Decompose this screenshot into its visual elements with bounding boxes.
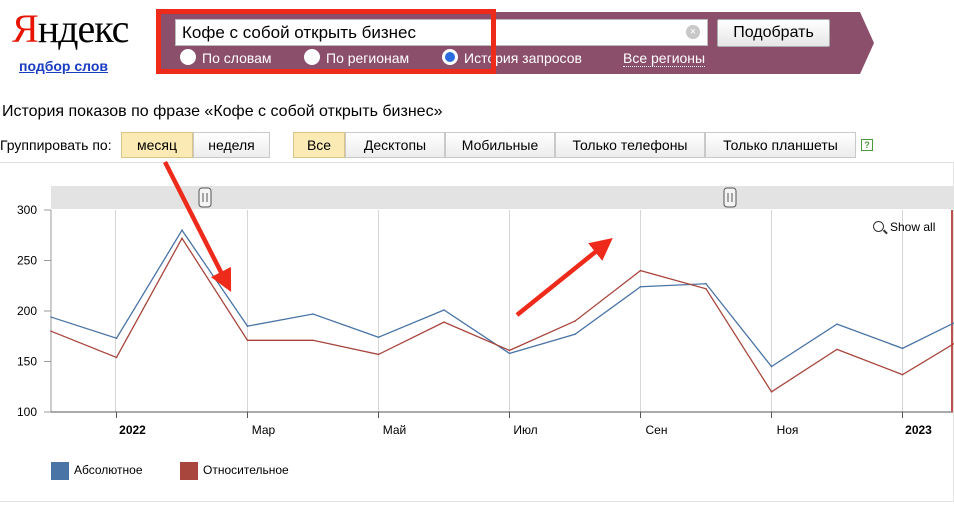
data-point [901, 347, 904, 350]
legend-item-absolute[interactable]: Абсолютное [51, 462, 143, 480]
data-point [246, 339, 249, 342]
data-point [50, 316, 52, 318]
y-tick-label: 200 [17, 304, 37, 318]
data-point [574, 320, 576, 322]
navigator-handle [723, 187, 737, 208]
data-point [574, 333, 576, 336]
x-tick-label: Мар [252, 423, 276, 437]
data-point [639, 269, 642, 272]
data-point [836, 348, 838, 351]
data-point [770, 365, 773, 368]
data-point [246, 325, 249, 327]
series-line-relative [50, 237, 954, 393]
series-line-absolute [50, 228, 954, 368]
legend-swatch-relative [180, 462, 198, 480]
data-point [443, 309, 445, 311]
y-tick-label: 100 [17, 405, 37, 419]
data-point [836, 323, 838, 325]
legend-label: Относительное [203, 463, 289, 478]
legend-label: Абсолютное [74, 463, 143, 478]
data-point [705, 287, 707, 290]
page: Яндекс подбор слов × Подобрать По словам… [0, 0, 954, 530]
legend-item-relative[interactable]: Относительное [180, 462, 289, 480]
data-point [901, 373, 904, 376]
x-tick-label: 2023 [905, 423, 932, 437]
annotation-arrow-up [515, 237, 613, 317]
x-tick-label: Ноя [777, 423, 799, 437]
data-point [312, 339, 314, 342]
legend-swatch-absolute [51, 462, 69, 480]
annotation-arrow-down [162, 160, 232, 293]
x-tick-label: Сен [646, 423, 668, 437]
data-point [639, 285, 642, 288]
x-tick-label: Июл [513, 423, 537, 437]
data-point [181, 229, 183, 231]
data-point [377, 336, 380, 339]
data-point [377, 353, 380, 356]
y-tick-label: 250 [17, 254, 37, 268]
data-point [508, 352, 511, 355]
data-point [770, 391, 773, 393]
data-point [115, 356, 118, 359]
x-tick-label: Май [383, 423, 407, 437]
zoom-icon [873, 221, 884, 233]
data-point [705, 282, 707, 285]
data-point [443, 321, 445, 323]
data-point [50, 330, 52, 333]
data-point [115, 337, 118, 340]
y-tick-label: 300 [17, 203, 37, 217]
show-all-label: Show all [890, 220, 936, 234]
navigator-handle [198, 187, 212, 208]
x-tick-label: 2022 [119, 423, 146, 437]
data-point [508, 349, 511, 352]
y-tick-label: 150 [17, 355, 37, 369]
history-chart: 100 150 200 250 300 2022 Мар Май Июл Сен Ноя 2023 [17, 160, 954, 437]
show-all-button[interactable]: Show all [873, 220, 935, 234]
data-point [181, 237, 183, 240]
data-point [312, 313, 314, 315]
